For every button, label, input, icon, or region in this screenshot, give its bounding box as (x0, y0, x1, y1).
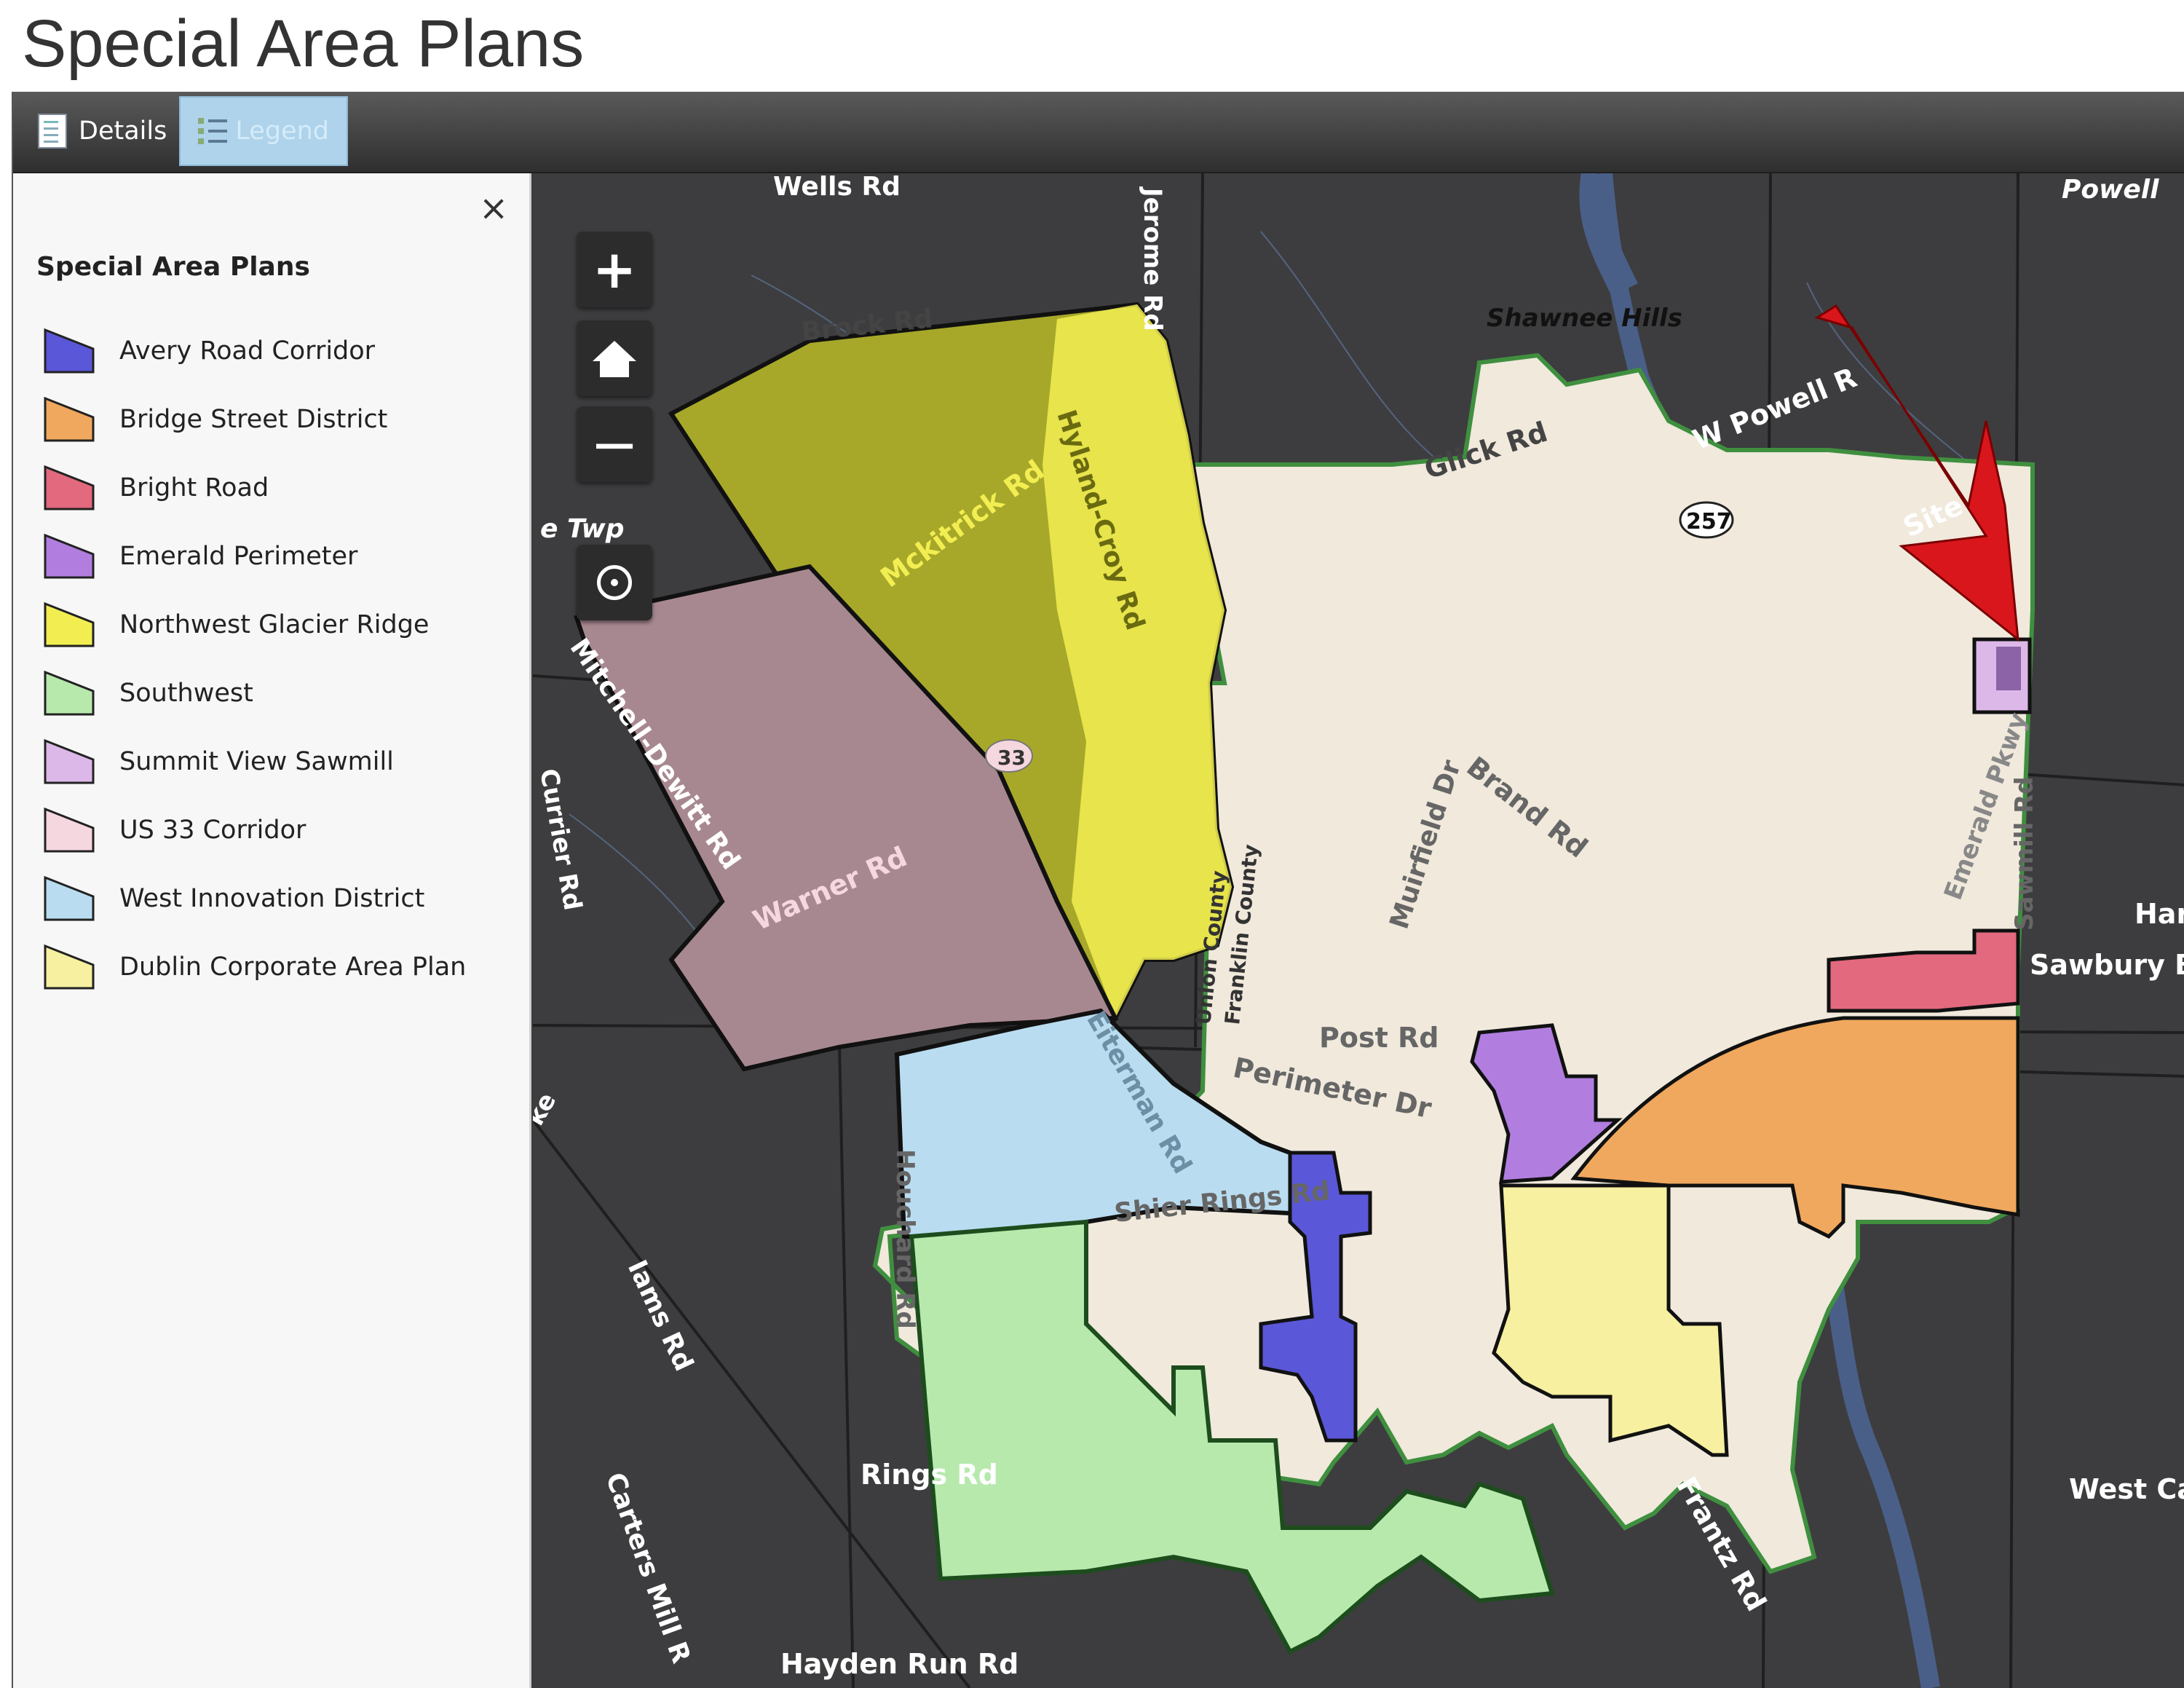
map-view[interactable]: Wells Rd Powell Jerome Rd Brock Rd Shawn… (533, 173, 2184, 1688)
legend-label: Dublin Corporate Area Plan (119, 953, 467, 982)
close-icon[interactable]: × (479, 191, 508, 226)
label-ke: ke (533, 1088, 562, 1131)
legend-item-bright-road: Bright Road (44, 459, 269, 517)
home-icon (593, 341, 636, 377)
legend-swatch (44, 534, 95, 579)
label-wells-rd: Wells Rd (773, 173, 901, 202)
legend-item-avery-road-corridor: Avery Road Corridor (44, 322, 375, 380)
legend-item-emerald-perimeter: Emerald Perimeter (44, 527, 357, 585)
details-icon (38, 114, 67, 149)
label-sawmill-rd: Sawmill Rd (2010, 776, 2039, 931)
legend-item-west-innovation-district: West Innovation District (44, 869, 424, 928)
label-route-257: 257 (1686, 509, 1732, 535)
legend-swatch (44, 808, 95, 853)
legend-label: US 33 Corridor (119, 816, 306, 845)
label-west-ca: West Ca (2069, 1473, 2184, 1505)
tab-legend[interactable]: Legend (179, 96, 348, 166)
map-app: Details Legend × Special Area Plans Aver… (12, 92, 2184, 1688)
label-har: Har (2134, 898, 2184, 930)
label-iams-rd: Iams Rd (622, 1255, 699, 1376)
legend-swatch (44, 671, 95, 716)
label-carters-mill-rd: Carters Mill R (600, 1469, 697, 1667)
legend-label: Summit View Sawmill (119, 747, 394, 776)
page-title: Special Area Plans (22, 7, 585, 81)
legend-title: Special Area Plans (36, 252, 310, 282)
tab-legend-label: Legend (235, 117, 329, 146)
zoom-in-button[interactable]: + (577, 232, 652, 307)
locate-button[interactable] (577, 545, 652, 620)
legend-item-summit-view-sawmill: Summit View Sawmill (44, 733, 394, 791)
legend-swatch (44, 739, 95, 784)
map-canvas: Wells Rd Powell Jerome Rd Brock Rd Shawn… (533, 173, 2184, 1688)
label-post-rd: Post Rd (1319, 1022, 1439, 1054)
legend-label: Emerald Perimeter (119, 542, 358, 571)
legend-panel: × Special Area Plans Avery Road Corridor… (13, 173, 531, 1688)
tab-details[interactable]: Details (20, 96, 185, 166)
label-powell: Powell (2062, 175, 2159, 205)
label-rings-rd: Rings Rd (860, 1459, 998, 1491)
home-button[interactable] (577, 320, 652, 396)
label-hayden-run-rd: Hayden Run Rd (780, 1648, 1018, 1680)
locate-icon (597, 565, 632, 600)
legend-icon (198, 114, 228, 149)
label-shawnee-hills: Shawnee Hills (1487, 304, 1682, 333)
legend-label: Bridge Street District (119, 405, 388, 434)
label-jerome-rd: Jerome Rd (1138, 186, 1167, 331)
legend-swatch (44, 465, 95, 510)
tab-details-label: Details (79, 117, 167, 146)
label-sawbury-b: Sawbury B (2030, 949, 2184, 981)
legend-swatch (44, 602, 95, 647)
zoom-out-button[interactable]: − (577, 406, 652, 482)
legend-item-us-33-corridor: US 33 Corridor (44, 801, 306, 859)
legend-item-southwest: Southwest (44, 664, 253, 722)
toolbar: Details Legend (13, 92, 2184, 173)
legend-item-dublin-corporate-area-plan: Dublin Corporate Area Plan (44, 938, 466, 996)
legend-label: West Innovation District (119, 884, 425, 913)
legend-label: Southwest (119, 679, 253, 708)
label-w-powell-rd: W Powell R (1688, 361, 1861, 456)
legend-item-northwest-glacier-ridge: Northwest Glacier Ridge (44, 596, 429, 654)
legend-swatch (44, 876, 95, 921)
legend-label: Bright Road (119, 473, 269, 502)
legend-swatch (44, 328, 95, 374)
legend-label: Avery Road Corridor (119, 336, 376, 366)
label-twp: e Twp (540, 514, 625, 544)
legend-label: Northwest Glacier Ridge (119, 610, 430, 639)
label-currier-rd: Currier Rd (534, 767, 587, 912)
legend-swatch (44, 944, 95, 990)
legend-swatch (44, 397, 95, 442)
label-route-33: 33 (997, 746, 1026, 770)
legend-item-bridge-street-district: Bridge Street District (44, 390, 387, 449)
area-summit-view-sawmill-inner (1996, 647, 2021, 690)
label-houchard-rd: Houchard Rd (890, 1149, 919, 1329)
